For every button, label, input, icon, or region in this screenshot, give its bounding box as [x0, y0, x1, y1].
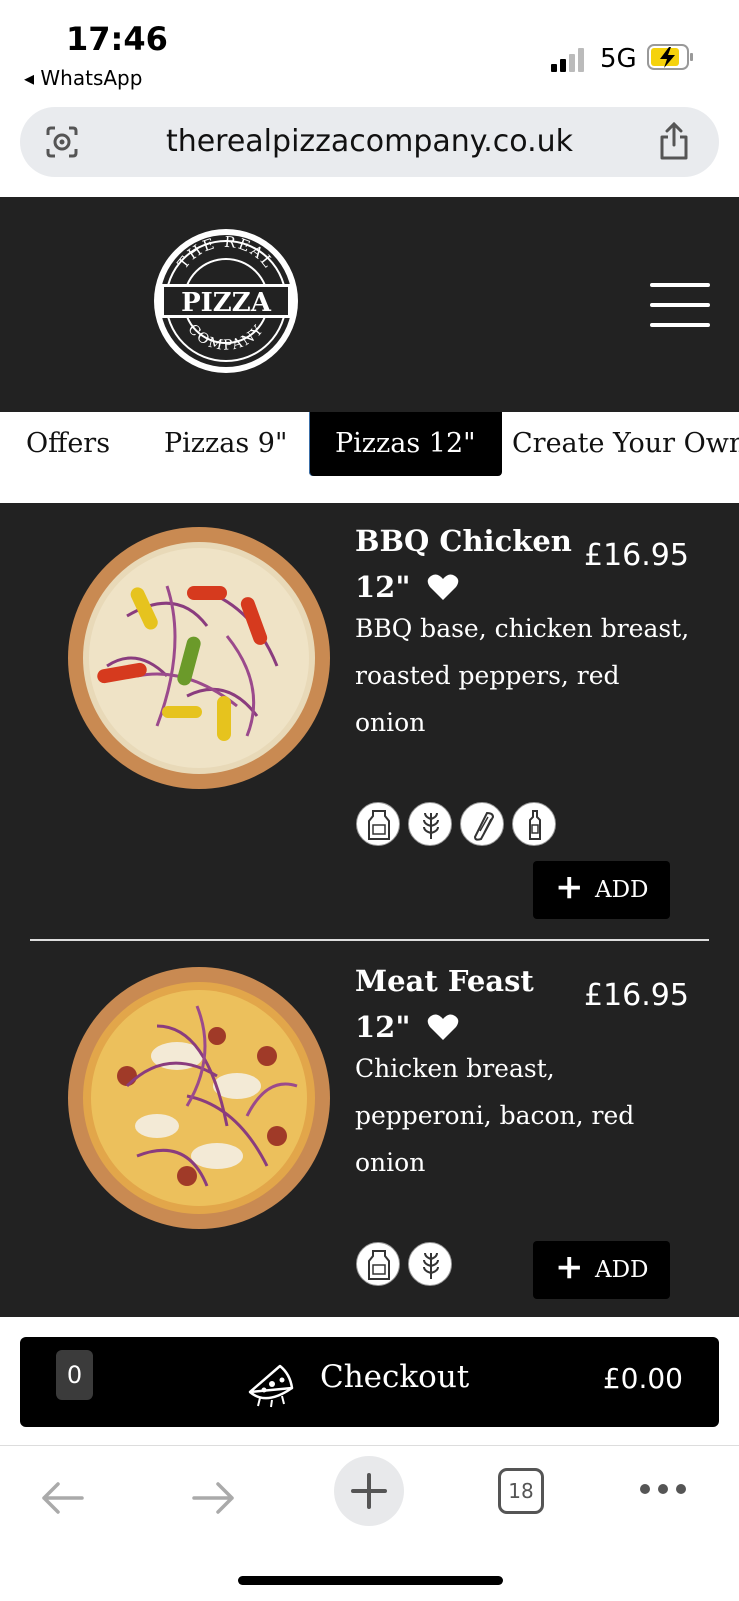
add-button-label: ADD [595, 877, 649, 903]
signal-icon [551, 48, 584, 72]
allergen-icons [356, 802, 559, 848]
tab-create-your-own[interactable]: Create Your Own [512, 412, 739, 476]
description-line: Chicken breast, [355, 1054, 555, 1083]
checkout-bar: 0 Checkout £0.00 [0, 1317, 739, 1445]
site-header: THE REAL PIZZA COMPANY [0, 197, 739, 412]
add-to-cart-button[interactable]: + ADD [533, 861, 670, 919]
back-arrow-icon[interactable] [38, 1478, 86, 1518]
tab-switcher-button[interactable]: 18 [498, 1468, 544, 1514]
address-bar[interactable]: therealpizzacompany.co.uk [20, 107, 719, 177]
tab-pizzas-12[interactable]: Pizzas 12" [309, 412, 502, 476]
checkout-total: £0.00 [602, 1362, 683, 1395]
menu-item: BBQ Chicken 12" £16.95 BBQ base, chicken… [0, 503, 739, 943]
url-text: therealpizzacompany.co.uk [165, 124, 574, 159]
plus-icon: + [555, 867, 584, 907]
wheat-icon [408, 1242, 453, 1286]
tab-pizzas-9[interactable]: Pizzas 9" [164, 412, 287, 476]
mustard-icon [512, 802, 557, 846]
add-to-cart-button[interactable]: + ADD [533, 1241, 670, 1299]
menu-item: Meat Feast 12" £16.95 Chicken breast, pe… [0, 943, 739, 1317]
status-time: 17:46 [66, 20, 168, 58]
item-size: 12" [355, 1010, 411, 1044]
item-title: Meat Feast 12" [355, 958, 534, 1050]
status-bar: 17:46 ◂ WhatsApp 5G [0, 0, 739, 100]
item-divider [30, 939, 709, 941]
pizza-image [68, 967, 330, 1229]
tab-offers[interactable]: Offers [26, 412, 110, 476]
description-line: BBQ base, chicken breast, [355, 614, 690, 643]
pizza-company-logo[interactable]: THE REAL PIZZA COMPANY [150, 225, 302, 377]
milk-icon [356, 1242, 400, 1286]
item-title: BBQ Chicken 12" [355, 518, 572, 610]
plus-icon [351, 1473, 387, 1509]
menu-list: BBQ Chicken 12" £16.95 BBQ base, chicken… [0, 503, 739, 1317]
heart-icon[interactable] [427, 1013, 459, 1041]
item-price: £16.95 [584, 538, 689, 573]
pizza-image [68, 527, 330, 789]
plus-icon: + [555, 1247, 584, 1287]
wheat-icon [408, 802, 453, 846]
hamburger-menu-icon[interactable] [650, 283, 710, 327]
add-button-label: ADD [595, 1257, 649, 1283]
item-price: £16.95 [584, 978, 689, 1013]
item-title-line1: BBQ Chicken [355, 524, 572, 558]
heart-icon[interactable] [427, 573, 459, 601]
share-icon[interactable] [657, 121, 691, 161]
description-line: onion [355, 708, 426, 737]
back-to-app-link[interactable]: ◂ WhatsApp [24, 66, 142, 90]
new-tab-button[interactable] [334, 1456, 404, 1526]
description-line: pepperoni, bacon, red [355, 1101, 635, 1130]
category-tabs: Offers Pizzas 9" Pizzas 12" Create Your … [0, 412, 739, 502]
item-size: 12" [355, 570, 411, 604]
item-title-line1: Meat Feast [355, 964, 534, 998]
description-line: roasted peppers, red [355, 661, 620, 690]
pizza-slice-icon [248, 1364, 294, 1408]
checkout-label: Checkout [320, 1359, 470, 1395]
item-description: Chicken breast, pepperoni, bacon, red on… [355, 1045, 695, 1186]
description-line: onion [355, 1148, 426, 1177]
cart-count-badge: 0 [56, 1350, 93, 1400]
home-indicator [238, 1576, 503, 1585]
checkout-button[interactable]: 0 Checkout £0.00 [20, 1337, 719, 1427]
celery-icon [460, 802, 505, 846]
milk-icon [356, 802, 400, 846]
network-type: 5G [600, 44, 637, 74]
forward-arrow-icon[interactable] [190, 1478, 238, 1518]
item-description: BBQ base, chicken breast, roasted pepper… [355, 605, 695, 746]
browser-toolbar: 18 [0, 1445, 739, 1601]
more-options-icon[interactable] [638, 1474, 688, 1504]
allergen-icons [356, 1242, 455, 1288]
logo-text-main: PIZZA [181, 288, 272, 318]
battery-charging-icon [647, 44, 693, 70]
